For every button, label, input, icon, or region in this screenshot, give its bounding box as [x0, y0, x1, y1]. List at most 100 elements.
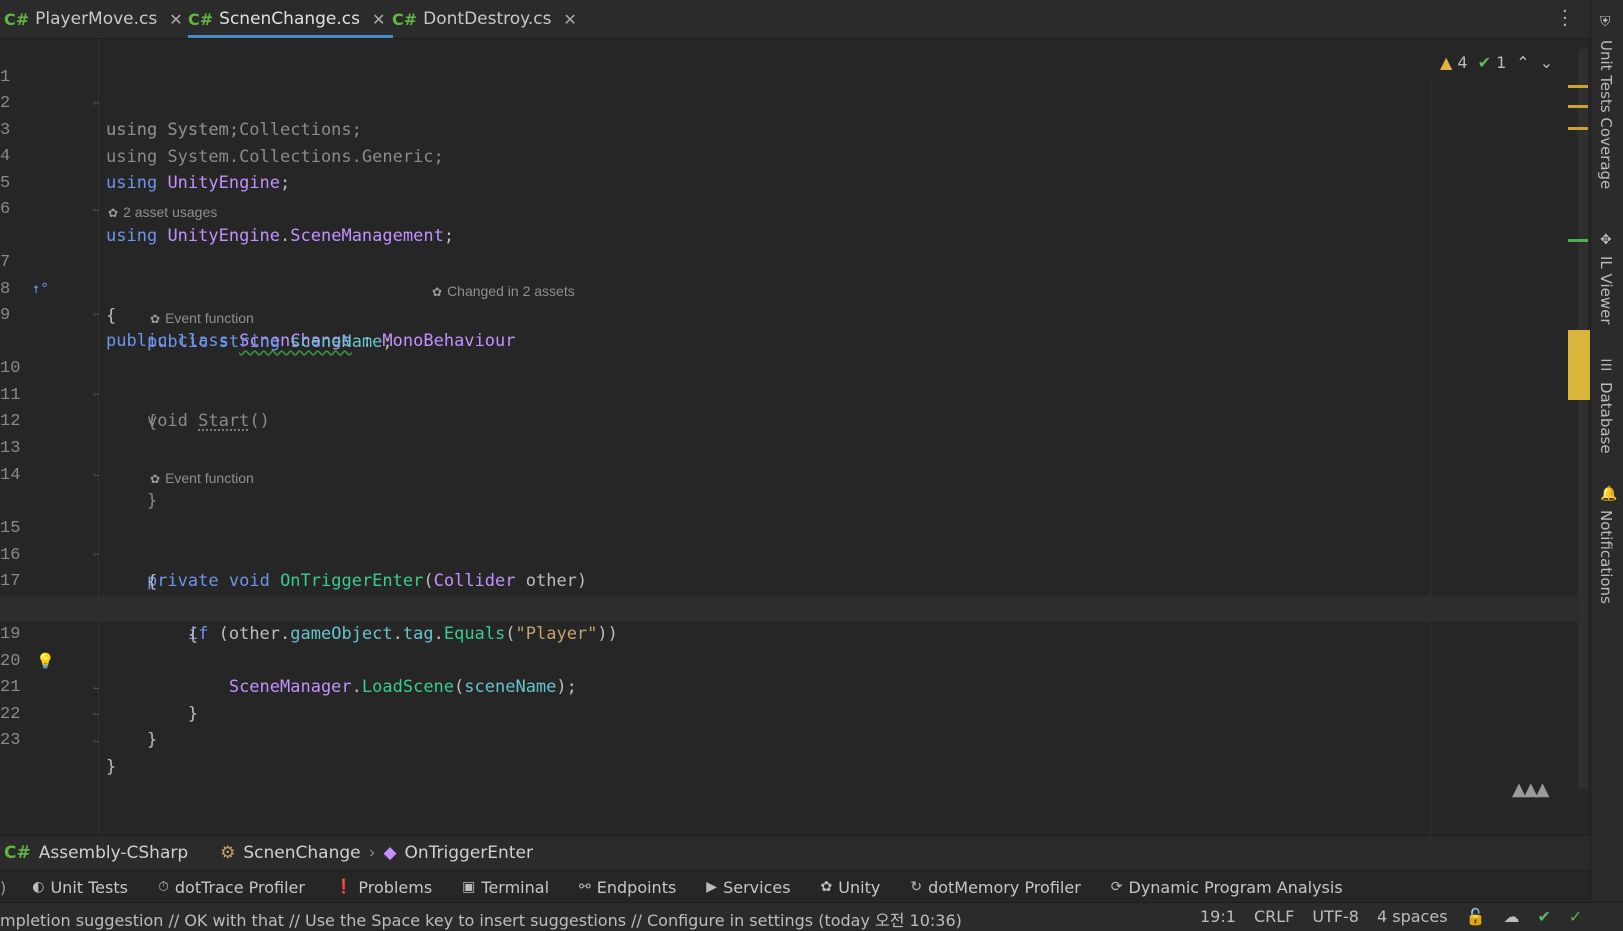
toolstrip-overflow-icon[interactable]: ) [0, 878, 6, 897]
resharper-icon[interactable]: ✓ [1569, 907, 1582, 926]
tool-dotmemory-profiler[interactable]: ↻ dotMemory Profiler [910, 878, 1080, 897]
tab-label: PlayerMove.cs [35, 9, 158, 29]
status-bar: mpletion suggestion // OK with that // U… [0, 902, 1623, 930]
bell-icon: 🔔 [1600, 486, 1618, 502]
fold-marker-icon[interactable]: ⌐ [93, 302, 100, 328]
breadcrumb-method[interactable]: OnTriggerEnter [405, 843, 533, 863]
code-line: 20 ⌙ } [0, 623, 1580, 724]
csharp-file-icon: C# [188, 9, 214, 29]
code-editor[interactable]: ▲ 4 ✔ 1 ⌃ ⌄ ▲▲▲ 1 ⌐ using System; 2 usin… [0, 39, 1590, 835]
close-icon[interactable]: ✕ [563, 10, 576, 29]
line-number: 23 [0, 731, 21, 750]
right-tool-bar: ⛨ Unit Tests Coverage ✥ IL Viewer ☰ Data… [1590, 0, 1623, 900]
more-options-icon[interactable]: · · · [1562, 3, 1568, 35]
problems-icon: ❗ [334, 879, 353, 895]
check-circle-icon[interactable]: ✔ [1537, 907, 1550, 926]
code-line: 7 ↑° ⌐ public class ScnenChange : MonoBe… [0, 224, 1580, 351]
status-widgets: 19:1 CRLF UTF-8 4 spaces 🔓 ☁ ✔ ✓ [1200, 907, 1582, 926]
close-icon[interactable]: ✕ [372, 10, 385, 29]
asset-usages-hint[interactable]: ✿ 2 asset usages [108, 201, 217, 223]
tool-il-viewer[interactable]: IL Viewer [1597, 256, 1615, 325]
caret-position[interactable]: 19:1 [1200, 907, 1236, 926]
tool-dynamic-program-analysis[interactable]: ⟳ Dynamic Program Analysis [1111, 878, 1343, 897]
code-line: 22 ⌙ } [0, 676, 1580, 777]
tab-label: ScnenChange.cs [219, 9, 360, 29]
il-viewer-icon: ✥ [1600, 232, 1612, 248]
line-number: 9 [0, 306, 11, 325]
reader-mode-icon[interactable]: ▲▲▲ [1512, 779, 1550, 800]
tab-dontdestroy[interactable]: C# DontDestroy.cs ✕ [392, 0, 577, 38]
code-line: 3 using System.Collections.Generic; [0, 92, 1580, 167]
editor-tab-bar: C# PlayerMove.cs ✕ C# ScnenChange.cs ✕ C… [0, 0, 1590, 39]
code-line: 8 { [0, 251, 1580, 326]
tool-endpoints[interactable]: ⚯ Endpoints [579, 878, 676, 897]
cloud-icon[interactable]: ☁ [1503, 907, 1519, 926]
fold-marker-icon[interactable]: ⌙ [93, 197, 100, 223]
database-icon: ☰ [1600, 358, 1613, 374]
code-line: 11 { [0, 357, 1580, 432]
services-icon: ▶ [706, 879, 718, 895]
event-function-hint[interactable]: ✿ Event function [150, 307, 254, 329]
code-line-current: 19 💡 SceneManager.LoadScene(sceneName); [0, 596, 1580, 697]
unity-icon: ✿ [108, 206, 119, 220]
stopwatch-icon: ⏱ [157, 879, 169, 895]
indent-setting[interactable]: 4 spaces [1377, 907, 1448, 926]
fold-marker-icon[interactable]: ⌙ [93, 728, 100, 754]
tool-services[interactable]: ▶ Services [706, 878, 790, 897]
code-line: 17 ⌐ if (other.gameObject.tag.Equals("Pl… [0, 543, 1580, 644]
dotmemory-icon: ↻ [910, 879, 923, 895]
terminal-icon: ▣ [462, 879, 476, 895]
breadcrumb-project[interactable]: Assembly-CSharp [39, 843, 188, 863]
tool-problems[interactable]: ❗ Problems [335, 878, 432, 897]
coverage-icon: ⛨ [1600, 14, 1611, 30]
breadcrumb: C# Assembly-CSharp ⚙ ScnenChange › ◆ OnT… [0, 835, 1590, 870]
line-number: 6 [0, 200, 11, 219]
unity-icon: ✿ [432, 285, 443, 299]
code-line: 4 using UnityEngine; [0, 118, 1580, 193]
code-line: 6 [0, 171, 1580, 219]
code-line: 5 ⌙ using UnityEngine.SceneManagement; [0, 145, 1580, 246]
unity-icon: ✿ [150, 472, 161, 486]
unit-tests-icon: ◐ [32, 879, 45, 895]
tool-window-strip: ) ◐ Unit Tests ⏱ dotTrace Profiler ❗ Proble… [0, 870, 1590, 903]
fold-marker-icon[interactable]: ⌙ [93, 462, 100, 488]
status-message[interactable]: mpletion suggestion // OK with that // U… [0, 907, 962, 931]
class-icon: ⚙ [220, 843, 236, 863]
chevron-right-icon: › [368, 843, 376, 863]
unity-icon: ✿ [150, 312, 161, 326]
dpa-icon: ⟳ [1110, 879, 1123, 895]
code-line: 9 public string sceneName; [0, 277, 1580, 352]
unity-icon: ✿ [820, 879, 833, 895]
tool-terminal[interactable]: ▣ Terminal [462, 878, 549, 897]
code-line: 15 ⌐ private void OnTriggerEnter(Collide… [0, 490, 1580, 591]
breadcrumb-class[interactable]: ScnenChange [243, 843, 360, 863]
tool-database[interactable]: Database [1597, 382, 1615, 454]
tool-notifications[interactable]: Notifications [1597, 510, 1615, 604]
csharp-file-icon: C# [4, 9, 30, 29]
changed-in-assets-hint[interactable]: ✿ Changed in 2 assets [432, 280, 575, 302]
tool-unit-tests[interactable]: ◐ Unit Tests [32, 878, 128, 897]
code-line: 1 ⌐ using System; [0, 39, 1580, 140]
method-icon: ◆ [383, 843, 397, 863]
csharp-file-icon: C# [392, 9, 418, 29]
tab-scnenchange[interactable]: C# ScnenChange.cs ✕ [188, 0, 394, 38]
event-function-hint[interactable]: ✿ Event function [150, 467, 254, 489]
code-line: 18 { [0, 570, 1580, 645]
line-number: 14 [0, 466, 21, 485]
line-ending[interactable]: CRLF [1254, 907, 1294, 926]
tool-dottrace-profiler[interactable]: ⏱ dotTrace Profiler [158, 878, 305, 897]
tab-playermove[interactable]: C# PlayerMove.cs ✕ [4, 0, 183, 38]
code-line: 14 [0, 437, 1580, 485]
close-icon[interactable]: ✕ [169, 10, 182, 29]
code-line: 2 using System.Collections; [0, 65, 1580, 140]
file-encoding[interactable]: UTF-8 [1312, 907, 1359, 926]
code-line: 10 ⌐ void Start() [0, 330, 1580, 431]
tool-unity[interactable]: ✿ Unity [821, 878, 881, 897]
lock-icon[interactable]: 🔓 [1466, 907, 1486, 926]
code-line: 21 ⌙ } [0, 649, 1580, 750]
code-line: 16 { [0, 517, 1580, 592]
tool-unit-tests-coverage[interactable]: Unit Tests Coverage [1597, 40, 1615, 189]
endpoints-icon: ⚯ [579, 879, 591, 895]
code-line: 13 ⌙ } [0, 410, 1580, 511]
code-line: 12 [0, 383, 1580, 431]
